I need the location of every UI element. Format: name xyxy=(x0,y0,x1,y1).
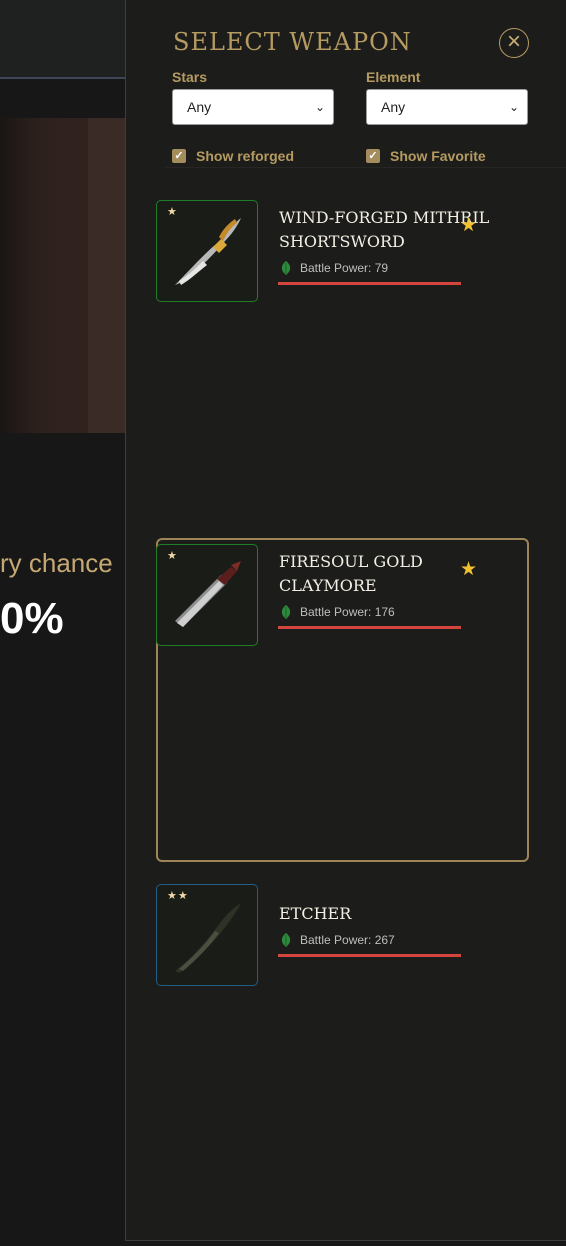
element-filter-select[interactable]: Any ⌄ xyxy=(366,89,528,125)
stars-filter-value: Any xyxy=(187,99,212,115)
weapon-list-item[interactable]: ★★ Etcher Battle Power: 267 xyxy=(156,884,529,986)
battle-power-bar xyxy=(278,954,461,957)
background-chance-value: 0% xyxy=(0,594,64,643)
star-icon[interactable]: ★ xyxy=(460,214,477,237)
stars-filter-select[interactable]: Any ⌄ xyxy=(172,89,334,125)
battle-power-text: Battle Power: 267 xyxy=(300,933,395,947)
leaf-icon xyxy=(281,933,291,947)
panel-title: SELECT WEAPON xyxy=(173,28,412,56)
close-button[interactable]: × xyxy=(499,28,529,58)
show-favorite-checkbox[interactable]: ✓ Show Favorite xyxy=(366,147,486,165)
battle-power-bar xyxy=(278,282,461,285)
chevron-down-icon: ⌄ xyxy=(314,100,325,114)
stars-filter-label: Stars xyxy=(172,69,208,85)
chevron-down-icon: ⌄ xyxy=(508,100,519,114)
weapon-name: Etcher xyxy=(279,904,352,923)
filter-divider xyxy=(166,167,566,168)
battle-power: Battle Power: 267 xyxy=(279,932,395,948)
show-favorite-label: Show Favorite xyxy=(390,148,486,164)
select-weapon-panel: SELECT WEAPON × Stars Any ⌄ Element Any … xyxy=(125,0,566,1241)
weapon-thumbnail: ★ xyxy=(156,544,258,646)
battle-power-text: Battle Power: 79 xyxy=(300,261,389,275)
battle-power: Battle Power: 176 xyxy=(279,604,395,620)
leaf-icon xyxy=(281,605,291,619)
check-icon: ✓ xyxy=(366,149,380,163)
check-icon: ✓ xyxy=(172,149,186,163)
close-icon: × xyxy=(506,28,521,55)
background-topbar xyxy=(0,0,126,79)
sword-icon xyxy=(175,218,241,285)
element-filter-label: Element xyxy=(366,69,421,85)
dagger-icon xyxy=(175,903,241,973)
battle-power: Battle Power: 79 xyxy=(279,260,388,276)
battle-power-bar xyxy=(278,626,461,629)
weapon-list-item-selected[interactable]: ★ Firesoul Gold Claymore ★ Battle Power:… xyxy=(156,538,529,862)
weapon-thumbnail: ★★ xyxy=(156,884,258,986)
battle-power-text: Battle Power: 176 xyxy=(300,605,395,619)
show-reforged-label: Show reforged xyxy=(196,148,295,164)
background-chance-label: ry chance xyxy=(0,548,113,578)
element-filter-value: Any xyxy=(381,99,406,115)
claymore-icon xyxy=(175,561,241,627)
show-reforged-checkbox[interactable]: ✓ Show reforged xyxy=(172,147,294,165)
weapon-thumbnail: ★ xyxy=(156,200,258,302)
weapon-list-item[interactable]: ★ Wind-Forged Mithril Shortsword ★ Battl… xyxy=(156,200,529,302)
star-icon[interactable]: ★ xyxy=(460,558,477,581)
background-scene-image xyxy=(0,118,126,433)
leaf-icon xyxy=(281,261,291,275)
